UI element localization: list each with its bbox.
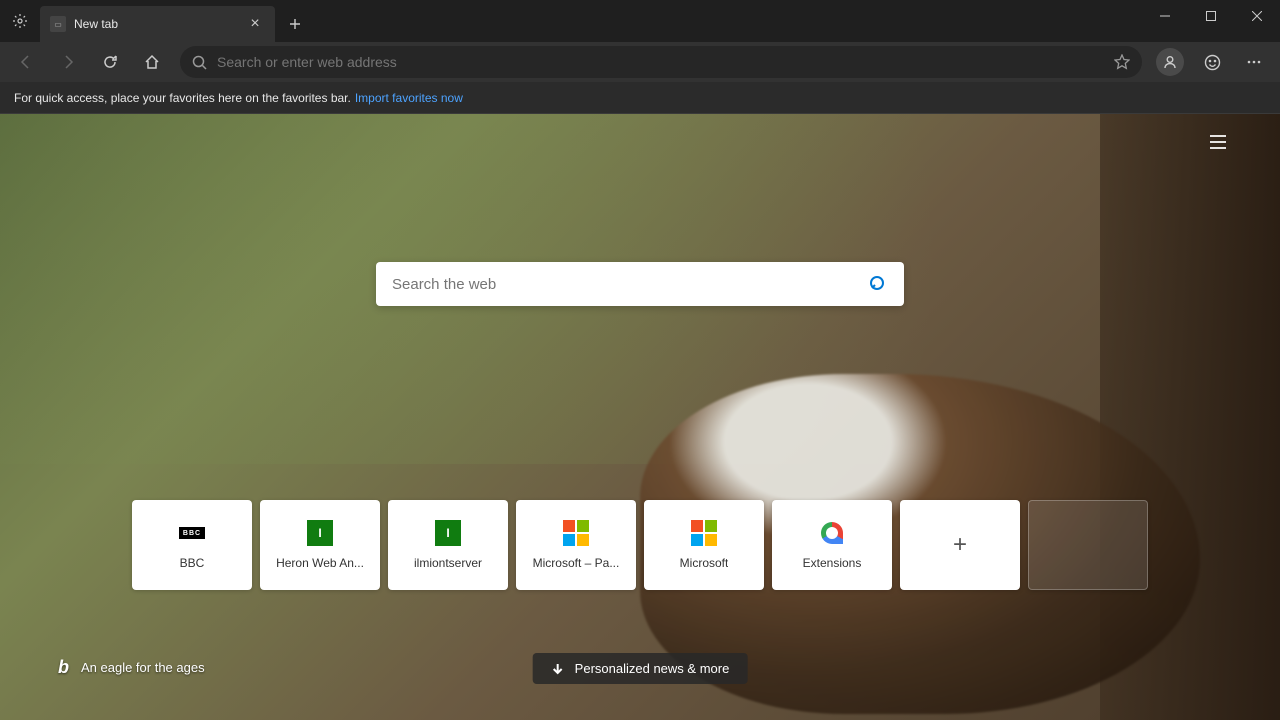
browser-tab[interactable]: ▭ New tab ×	[40, 6, 275, 42]
ntp-search-box[interactable]	[376, 262, 904, 306]
tab-favicon: ▭	[50, 16, 66, 32]
appmenu-settings-button[interactable]	[0, 0, 40, 42]
tab-title: New tab	[74, 17, 245, 31]
close-window-button[interactable]	[1234, 0, 1280, 32]
image-caption[interactable]: b An eagle for the ages	[58, 657, 205, 678]
tile-extensions[interactable]: Extensions	[772, 500, 892, 590]
minimize-button[interactable]	[1142, 0, 1188, 32]
tile-ilmiont[interactable]: Iilmiontserver	[388, 500, 508, 590]
new-tab-button[interactable]	[279, 8, 311, 40]
tile-placeholder	[1028, 500, 1148, 590]
tile-bbc[interactable]: BBCBBC	[132, 500, 252, 590]
titlebar: ▭ New tab ×	[0, 0, 1280, 42]
favorite-icon[interactable]	[1114, 54, 1130, 70]
search-icon[interactable]	[868, 274, 888, 294]
quick-links: BBCBBC IHeron Web An... Iilmiontserver M…	[132, 500, 1148, 590]
toolbar	[0, 42, 1280, 82]
address-bar[interactable]	[180, 46, 1142, 78]
new-tab-page: BBCBBC IHeron Web An... Iilmiontserver M…	[0, 114, 1280, 720]
arrow-down-icon	[551, 662, 565, 676]
tile-microsoft-pa[interactable]: Microsoft – Pa...	[516, 500, 636, 590]
add-tile-button[interactable]: +	[900, 500, 1020, 590]
refresh-button[interactable]	[90, 44, 130, 80]
ntp-search-input[interactable]	[392, 276, 868, 293]
favorites-bar: For quick access, place your favorites h…	[0, 82, 1280, 114]
import-favorites-link[interactable]: Import favorites now	[355, 91, 463, 105]
maximize-button[interactable]	[1188, 0, 1234, 32]
tile-microsoft[interactable]: Microsoft	[644, 500, 764, 590]
window-controls	[1142, 0, 1280, 32]
bing-icon: b	[58, 657, 69, 678]
news-feed-button[interactable]: Personalized news & more	[533, 653, 748, 684]
tile-heron[interactable]: IHeron Web An...	[260, 500, 380, 590]
address-input[interactable]	[217, 54, 1114, 70]
back-button[interactable]	[6, 44, 46, 80]
forward-button[interactable]	[48, 44, 88, 80]
profile-button[interactable]	[1156, 48, 1184, 76]
page-settings-button[interactable]	[1208, 132, 1228, 152]
favorites-hint: For quick access, place your favorites h…	[14, 91, 351, 105]
menu-button[interactable]	[1234, 44, 1274, 80]
search-icon	[192, 55, 207, 70]
feedback-button[interactable]	[1192, 44, 1232, 80]
home-button[interactable]	[132, 44, 172, 80]
tab-close-button[interactable]: ×	[245, 15, 265, 33]
